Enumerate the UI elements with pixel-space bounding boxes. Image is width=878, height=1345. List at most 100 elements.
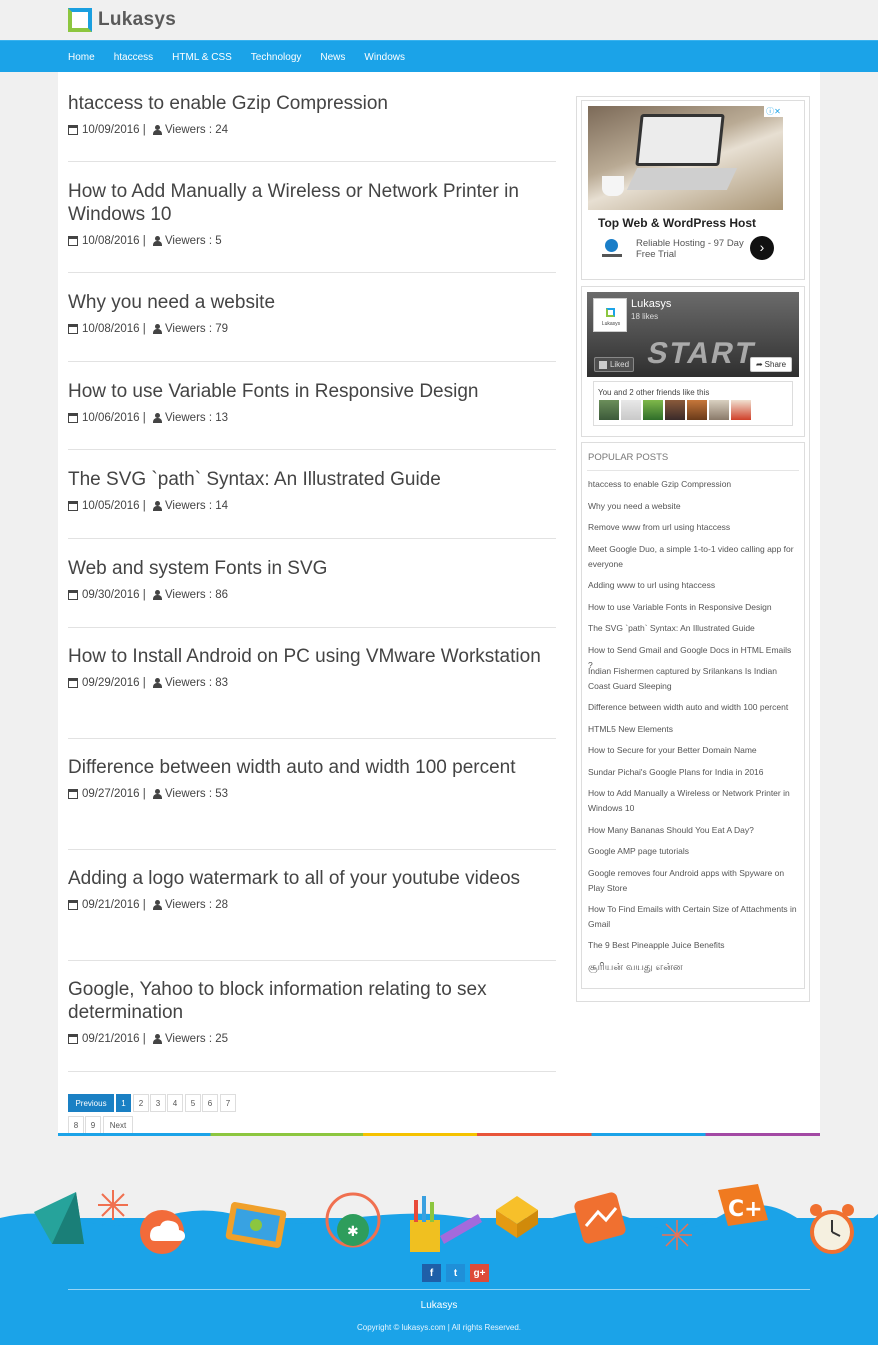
sparkle-icon [98,1190,128,1220]
post-date: 10/06/2016 [82,412,140,424]
popular-post-link[interactable]: Indian Fishermen captured by Srilankans … [588,664,798,694]
post-meta: 10/08/2016 | Viewers : 5 [68,235,556,247]
friend-avatar[interactable] [709,400,729,420]
post-viewers: Viewers : 14 [164,500,229,512]
page-7-button[interactable]: 7 [220,1094,236,1112]
facebook-page-thumbnail[interactable]: Lukasys [593,298,627,332]
footer-brand[interactable]: Lukasys [0,1300,878,1311]
page-4-button[interactable]: 4 [167,1094,183,1112]
popular-post-link[interactable]: Google removes four Android apps with Sp… [588,866,798,896]
nav-htaccess[interactable]: htaccess [114,52,153,63]
ad-title[interactable]: Top Web & WordPress Host [598,216,756,230]
popular-post-link[interactable]: How Many Bananas Should You Eat A Day? [588,823,798,838]
footer-copyright: Copyright © lukasys.com | All rights Res… [356,1323,522,1332]
popular-post-link[interactable]: Difference between width auto and width … [588,700,798,715]
popular-post-link[interactable]: The SVG `path` Syntax: An Illustrated Gu… [588,621,798,636]
post-title[interactable]: How to Install Android on PC using VMwar… [68,645,556,668]
popular-post-link[interactable]: How to Secure for your Better Domain Nam… [588,743,798,758]
nav-windows[interactable]: Windows [364,52,405,63]
previous-button[interactable]: Previous [68,1094,114,1112]
post-meta: 10/06/2016 | Viewers : 13 [68,412,556,424]
share-icon: ➦ [755,360,763,369]
twitter-social-button[interactable]: t [446,1264,465,1282]
facebook-page-name[interactable]: Lukasys [631,298,671,310]
ad-subtitle[interactable]: Reliable Hosting - 97 Day Free Trial [636,238,746,260]
user-icon [152,1034,162,1044]
post-meta: 09/21/2016 | Viewers : 28 [68,899,556,911]
ad-arrow-button[interactable]: › [750,236,774,260]
post-date: 10/08/2016 [82,235,140,247]
post-meta: 09/30/2016 | Viewers : 86 [68,589,556,601]
friend-avatar[interactable] [599,400,619,420]
nav-news[interactable]: News [320,52,345,63]
popular-post-link[interactable]: சூரியன் வயது என்ன [588,960,798,975]
footer-rule [68,1289,810,1290]
calendar-icon [68,590,78,600]
post-title[interactable]: Difference between width auto and width … [68,756,556,779]
page-1-button[interactable]: 1 [116,1094,131,1112]
post-title[interactable]: How to use Variable Fonts in Responsive … [68,380,556,403]
post-title[interactable]: Adding a logo watermark to all of your y… [68,867,556,890]
page-8-button[interactable]: 8 [68,1116,84,1134]
calendar-icon [68,678,78,688]
thumbnail-label: Lukasys [601,321,621,327]
friend-avatar[interactable] [621,400,641,420]
user-icon [152,125,162,135]
post-item: How to Install Android on PC using VMwar… [68,645,556,689]
popular-post-link[interactable]: Sundar Pichai's Google Plans for India i… [588,765,798,780]
popular-post-link[interactable]: How to Add Manually a Wireless or Networ… [588,786,798,816]
popular-post-link[interactable]: Why you need a website [588,499,798,514]
post-divider [68,960,556,961]
next-button[interactable]: Next [103,1116,133,1134]
page-3-button[interactable]: 3 [150,1094,166,1112]
post-divider [68,161,556,162]
facebook-liked-button[interactable]: Liked [594,357,634,372]
post-title[interactable]: The SVG `path` Syntax: An Illustrated Gu… [68,468,556,491]
nav-home[interactable]: Home [68,52,95,63]
post-title[interactable]: How to Add Manually a Wireless or Networ… [68,180,556,226]
facebook-icon: f [429,1267,434,1279]
logo-icon [606,308,615,317]
popular-post-link[interactable]: The 9 Best Pineapple Juice Benefits [588,938,798,953]
popular-post-link[interactable]: Meet Google Duo, a simple 1-to-1 video c… [588,542,798,572]
friend-avatar[interactable] [687,400,707,420]
facebook-share-button[interactable]: ➦ Share [750,357,792,372]
post-title[interactable]: Why you need a website [68,291,556,314]
calendar-icon [68,1034,78,1044]
nav-technology[interactable]: Technology [251,52,302,63]
friend-avatar[interactable] [665,400,685,420]
post-item: Adding a logo watermark to all of your y… [68,867,556,911]
friend-avatar[interactable] [731,400,751,420]
user-icon [152,324,162,334]
post-title[interactable]: Google, Yahoo to block information relat… [68,978,556,1024]
popular-post-link[interactable]: How to use Variable Fonts in Responsive … [588,600,798,615]
ad-close-icon[interactable]: ⓘ✕ [764,106,783,117]
facebook-social-button[interactable]: f [422,1264,441,1282]
ad-image[interactable] [588,106,783,210]
page-6-button[interactable]: 6 [202,1094,218,1112]
post-date: 09/21/2016 [82,1033,140,1045]
friend-avatar[interactable] [643,400,663,420]
post-title[interactable]: htaccess to enable Gzip Compression [68,92,556,115]
post-date: 09/27/2016 [82,788,140,800]
google-plus-social-button[interactable]: g+ [470,1264,489,1282]
page-2-button[interactable]: 2 [133,1094,149,1112]
svg-text:C+: C+ [728,1197,763,1222]
nav-html-css[interactable]: HTML & CSS [172,52,232,63]
popular-post-link[interactable]: Google AMP page tutorials [588,844,798,859]
popular-post-link[interactable]: htaccess to enable Gzip Compression [588,477,798,492]
page-5-button[interactable]: 5 [185,1094,201,1112]
user-icon [152,678,162,688]
popular-post-link[interactable]: How To Find Emails with Certain Size of … [588,902,798,932]
popular-post-link[interactable]: HTML5 New Elements [588,722,798,737]
post-date: 09/29/2016 [82,677,140,689]
site-logo[interactable]: Lukasys [68,7,176,33]
post-viewers: Viewers : 13 [164,412,229,424]
popular-post-link[interactable]: Adding www to url using htaccess [588,578,798,593]
post-divider [68,449,556,450]
main-nav: Home htaccess HTML & CSS Technology News… [68,41,424,73]
post-title[interactable]: Web and system Fonts in SVG [68,557,556,580]
popular-post-link[interactable]: Remove www from url using htaccess [588,520,798,535]
page-9-button[interactable]: 9 [85,1116,101,1134]
post-date: 10/09/2016 [82,124,140,136]
